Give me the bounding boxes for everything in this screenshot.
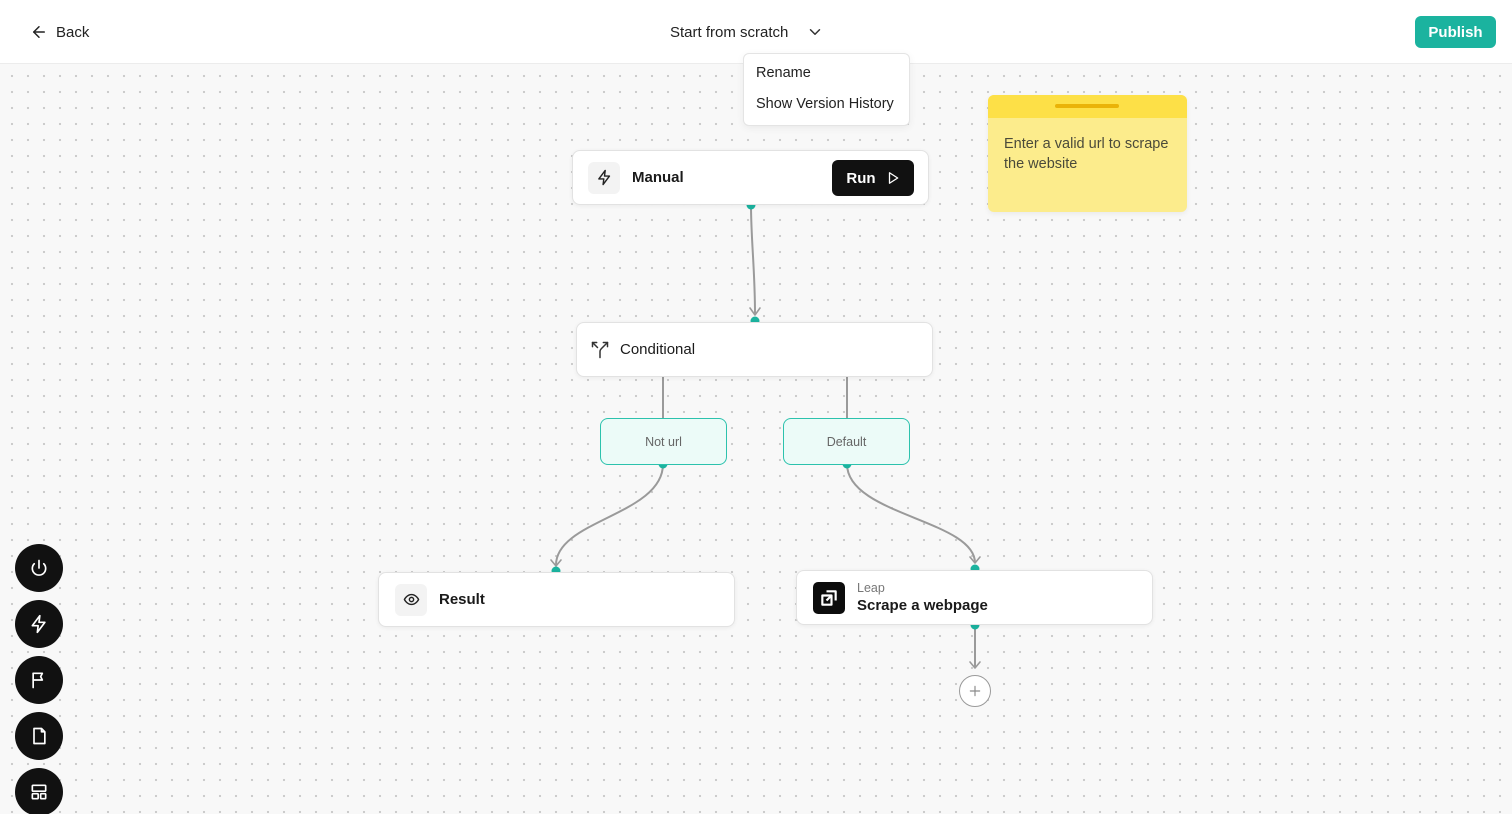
tool-note-button[interactable]: [15, 712, 63, 760]
run-label: Run: [846, 169, 876, 187]
node-scrape-webpage[interactable]: Leap Scrape a webpage: [796, 570, 1153, 625]
menu-item-version-history[interactable]: Show Version History: [744, 91, 909, 122]
chevron-down-icon: [810, 29, 821, 35]
power-icon: [31, 559, 47, 576]
title-menu: Rename Show Version History: [743, 53, 910, 126]
tool-power-button[interactable]: [15, 544, 63, 592]
layout-icon: [31, 784, 47, 800]
node-conditional[interactable]: Conditional: [576, 322, 933, 377]
node-scrape-provider: Leap: [857, 581, 885, 595]
workflow-editor: Back Start from scratch Publish Rename S…: [0, 0, 1512, 814]
add-step-button[interactable]: [959, 675, 991, 707]
tool-layout-button[interactable]: [15, 768, 63, 814]
flow-title: Start from scratch: [670, 23, 789, 41]
plus-icon: [969, 685, 981, 697]
sticky-note-header[interactable]: [988, 95, 1187, 118]
flag-icon: [32, 672, 44, 689]
file-icon: [33, 727, 46, 745]
arrow-left-icon: [33, 26, 45, 38]
node-scrape-label: Scrape a webpage: [857, 597, 988, 614]
node-manual-label: Manual: [632, 169, 684, 186]
branch-default[interactable]: Default: [783, 418, 910, 465]
eye-icon: [395, 583, 427, 616]
lightning-icon: [31, 614, 46, 634]
back-label: Back: [56, 23, 90, 41]
node-conditional-label: Conditional: [620, 341, 696, 358]
run-button[interactable]: Run: [832, 160, 914, 196]
flow-title-dropdown[interactable]: Start from scratch: [670, 18, 824, 46]
sticky-note-text[interactable]: Enter a valid url to scrape the website: [988, 118, 1187, 190]
play-icon: [888, 172, 898, 184]
node-scrape-texts: Leap Scrape a webpage: [857, 581, 988, 614]
menu-item-rename[interactable]: Rename: [744, 60, 909, 91]
back-button[interactable]: Back: [30, 18, 89, 46]
leap-logo-icon: [813, 581, 845, 614]
publish-button[interactable]: Publish: [1415, 16, 1496, 48]
tool-trigger-button[interactable]: [15, 600, 63, 648]
drag-handle[interactable]: [1055, 104, 1119, 108]
node-result[interactable]: Result: [378, 572, 735, 627]
sticky-note[interactable]: Enter a valid url to scrape the website: [988, 95, 1187, 212]
branch-not-url[interactable]: Not url: [600, 418, 727, 465]
tool-flag-button[interactable]: [15, 656, 63, 704]
node-manual[interactable]: Manual Run: [572, 150, 929, 205]
lightning-icon: [588, 161, 620, 194]
split-icon: [591, 341, 609, 358]
node-result-label: Result: [439, 591, 485, 608]
